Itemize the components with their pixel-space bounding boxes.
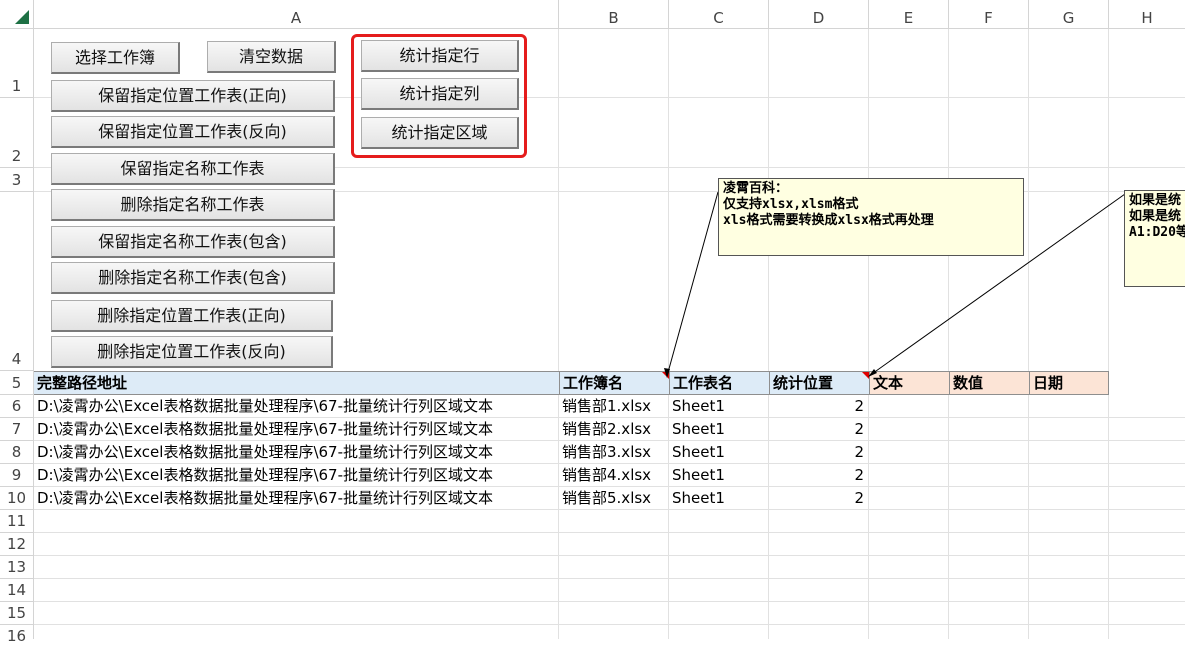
comment-line: 如果是统 — [1129, 193, 1182, 208]
comment-line: 如果是统 — [1129, 209, 1182, 224]
comment-line: 凌霄百科： — [723, 181, 789, 196]
comment-note-2[interactable]: 如果是统 如果是统 A1:D20等 — [1124, 190, 1185, 287]
comment-note-1[interactable]: 凌霄百科： 仅支持xlsx,xlsm格式 xls格式需要转换成xlsx格式再处理 — [718, 178, 1024, 256]
comment-line: xls格式需要转换成xlsx格式再处理 — [723, 213, 934, 228]
comment-arrows — [664, 191, 1126, 378]
comment-line: A1:D20等 — [1129, 225, 1185, 240]
comment-line: 仅支持xlsx,xlsm格式 — [723, 197, 859, 212]
